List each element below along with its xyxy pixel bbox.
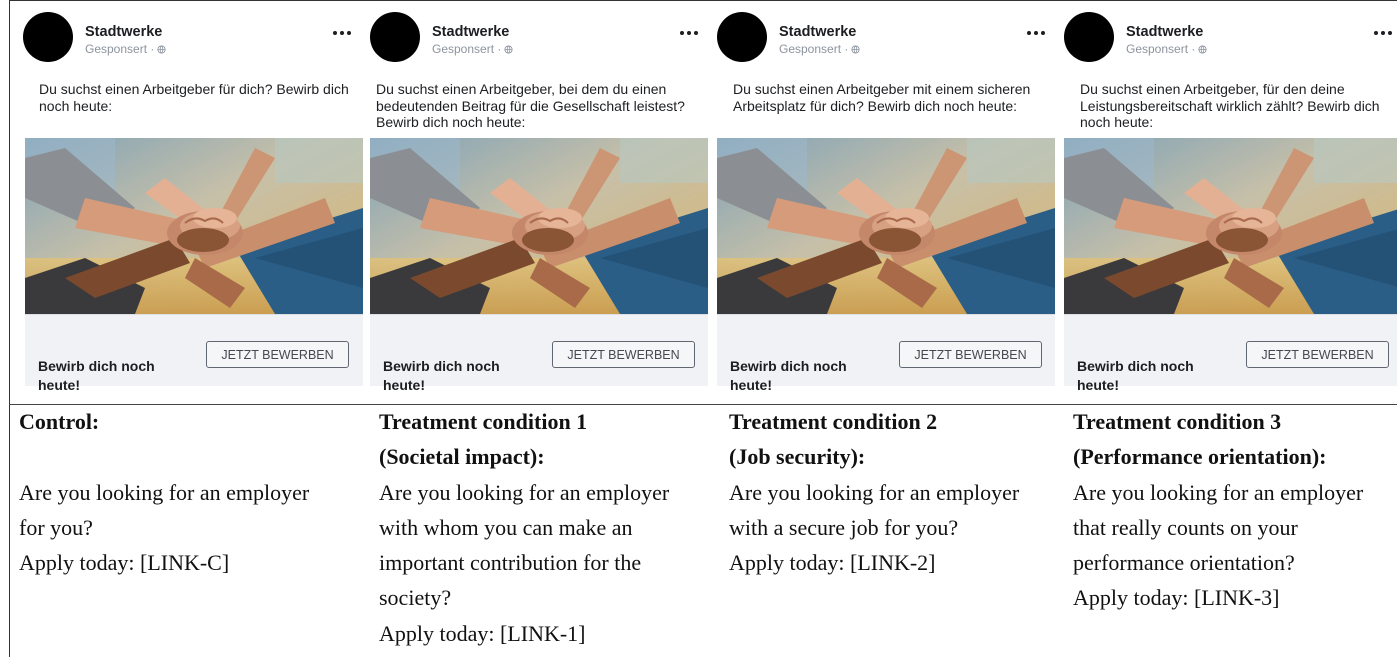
globe-icon — [851, 45, 860, 54]
caption-line: Apply today: [LINK-3] — [1073, 585, 1280, 611]
cta-headline: Bewirb dich noch heute! — [38, 358, 155, 393]
facebook-ad-treatment-1: Stadtwerke Gesponsert · Du suchst einen … — [370, 12, 710, 393]
caption-line: that really counts on your — [1073, 514, 1298, 540]
ad-header: Stadtwerke Gesponsert · — [370, 12, 710, 66]
ad-header: Stadtwerke Gesponsert · — [1064, 12, 1397, 66]
caption-line: Apply today: [LINK-C] — [19, 550, 230, 576]
more-options-icon[interactable] — [678, 26, 700, 40]
more-options-icon[interactable] — [331, 26, 353, 40]
page-name[interactable]: Stadtwerke — [85, 24, 162, 40]
apply-now-button[interactable]: JETZT BEWERBEN — [899, 341, 1042, 368]
caption-title: Control: — [19, 409, 100, 434]
globe-icon — [1198, 45, 1207, 54]
caption-subtitle: (Job security): — [729, 444, 866, 470]
caption-line: with whom you can make an — [379, 514, 633, 540]
caption-line: Apply today: [LINK-1] — [379, 620, 586, 646]
caption-treatment-1: Treatment condition 1 (Societal impact):… — [379, 404, 719, 651]
ad-image-hands-together[interactable] — [717, 138, 1055, 314]
page-name[interactable]: Stadtwerke — [1126, 24, 1203, 40]
facebook-ad-treatment-3: Stadtwerke Gesponsert · Du suchst einen … — [1064, 12, 1397, 393]
ad-primary-text: Du suchst einen Arbeitgeber mit einem si… — [733, 81, 1031, 114]
sponsored-label: Gesponsert · — [779, 42, 860, 56]
caption-line: Are you looking for an employer — [1073, 479, 1364, 505]
caption-line: for you? — [19, 514, 93, 540]
page-avatar[interactable] — [23, 12, 73, 62]
sponsored-label: Gesponsert · — [1126, 42, 1207, 56]
caption-line: Are you looking for an employer — [729, 479, 1020, 505]
page-avatar[interactable] — [1064, 12, 1114, 62]
sponsored-label: Gesponsert · — [432, 42, 513, 56]
ad-primary-text: Du suchst einen Arbeitgeber für dich? Be… — [39, 81, 349, 114]
facebook-ad-control: Stadtwerke Gesponsert · Du suchst einen … — [23, 12, 363, 393]
caption-title: Treatment condition 3 — [1073, 409, 1282, 434]
globe-icon — [504, 45, 513, 54]
ad-primary-text: Du suchst einen Arbeitgeber, bei dem du … — [376, 81, 685, 130]
apply-now-button[interactable]: JETZT BEWERBEN — [552, 341, 695, 368]
caption-line: Apply today: [LINK-2] — [729, 550, 936, 576]
caption-line: Are you looking for an employer — [379, 479, 670, 505]
sponsored-label: Gesponsert · — [85, 42, 166, 56]
caption-line: with a secure job for you? — [729, 514, 959, 540]
caption-line — [19, 439, 359, 474]
page-name[interactable]: Stadtwerke — [779, 24, 856, 40]
caption-treatment-3: Treatment condition 3 (Performance orien… — [1073, 404, 1393, 616]
caption-subtitle: (Performance orientation): — [1073, 444, 1327, 470]
caption-line: performance orientation? — [1073, 550, 1295, 576]
page-name[interactable]: Stadtwerke — [432, 24, 509, 40]
caption-line: important contribution for the — [379, 550, 642, 576]
ad-header: Stadtwerke Gesponsert · — [23, 12, 363, 66]
cta-headline: Bewirb dich noch heute! — [383, 358, 500, 393]
more-options-icon[interactable] — [1372, 26, 1394, 40]
caption-line: Are you looking for an employer — [19, 479, 310, 505]
cta-headline: Bewirb dich noch heute! — [730, 358, 847, 393]
ad-image-hands-together[interactable] — [1064, 138, 1397, 314]
cta-headline: Bewirb dich noch heute! — [1077, 358, 1194, 393]
caption-title: Treatment condition 1 — [379, 409, 588, 434]
ad-header: Stadtwerke Gesponsert · — [717, 12, 1057, 66]
globe-icon — [157, 45, 166, 54]
caption-subtitle: (Societal impact): — [379, 444, 545, 470]
ad-image-hands-together[interactable] — [370, 138, 708, 314]
ad-image-hands-together[interactable] — [25, 138, 363, 314]
apply-now-button[interactable]: JETZT BEWERBEN — [206, 341, 349, 368]
ad-primary-text: Du suchst einen Arbeitgeber, für den dei… — [1080, 81, 1380, 130]
page-avatar[interactable] — [717, 12, 767, 62]
apply-now-button[interactable]: JETZT BEWERBEN — [1246, 341, 1389, 368]
caption-treatment-2: Treatment condition 2 (Job security): Ar… — [729, 404, 1069, 580]
facebook-ad-treatment-2: Stadtwerke Gesponsert · Du suchst einen … — [717, 12, 1057, 393]
caption-title: Treatment condition 2 — [729, 409, 938, 434]
caption-control: Control: Are you looking for an employer… — [19, 404, 359, 580]
page-avatar[interactable] — [370, 12, 420, 62]
more-options-icon[interactable] — [1025, 26, 1047, 40]
caption-line: society? — [379, 585, 452, 611]
